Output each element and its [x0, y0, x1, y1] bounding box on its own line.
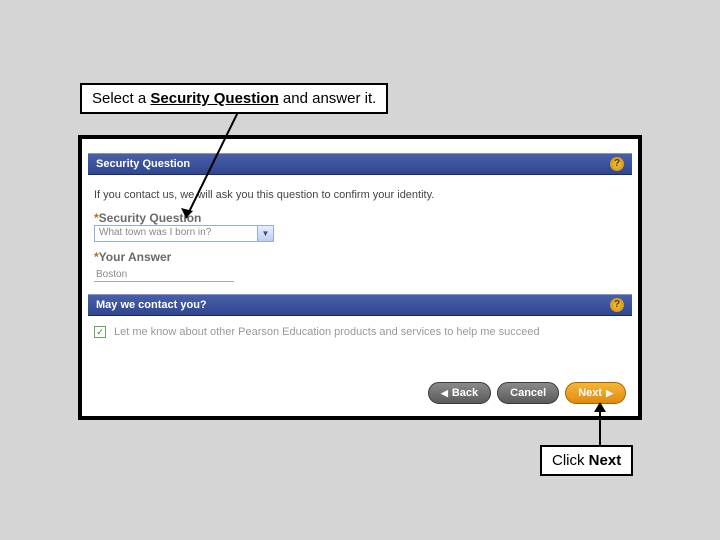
optin-label: Let me know about other Pearson Educatio… — [114, 326, 540, 338]
callout-text: Select a — [92, 90, 150, 107]
contact-optin-row: ✓ Let me know about other Pearson Educat… — [82, 316, 638, 344]
callout-emphasis: Security Question — [150, 90, 278, 107]
question-label: *Security Question — [94, 211, 626, 225]
instruction-callout-bottom: Click Next — [540, 445, 633, 476]
panel-title: May we contact you? — [96, 299, 207, 311]
select-value: What town was I born in? — [95, 226, 257, 241]
back-button[interactable]: ◀ Back — [428, 382, 491, 404]
button-label: Back — [452, 387, 478, 399]
answer-input[interactable] — [94, 268, 234, 282]
button-label: Cancel — [510, 387, 546, 399]
triangle-right-icon: ▶ — [606, 388, 613, 399]
security-question-select[interactable]: What town was I born in? ▼ — [94, 225, 274, 242]
help-icon[interactable]: ? — [610, 157, 624, 171]
panel-title: Security Question — [96, 158, 190, 170]
callout-text: Click — [552, 452, 589, 469]
panel-header-security: Security Question ? — [88, 153, 632, 175]
next-button[interactable]: Next ▶ — [565, 382, 626, 404]
button-label: Next — [578, 387, 602, 399]
instruction-text: If you contact us, we will ask you this … — [94, 189, 626, 201]
chevron-down-icon: ▼ — [257, 226, 273, 241]
callout-text: and answer it. — [279, 90, 377, 107]
security-section: If you contact us, we will ask you this … — [82, 175, 638, 288]
panel-header-contact: May we contact you? ? — [88, 294, 632, 316]
callout-emphasis: Next — [589, 452, 622, 469]
answer-label: *Your Answer — [94, 250, 626, 264]
instruction-callout-top: Select a Security Question and answer it… — [80, 83, 388, 114]
help-icon[interactable]: ? — [610, 298, 624, 312]
cancel-button[interactable]: Cancel — [497, 382, 559, 404]
form-frame: Security Question ? If you contact us, w… — [78, 135, 642, 420]
button-row: ◀ Back Cancel Next ▶ — [428, 382, 626, 404]
optin-checkbox[interactable]: ✓ — [94, 326, 106, 338]
triangle-left-icon: ◀ — [441, 388, 448, 399]
